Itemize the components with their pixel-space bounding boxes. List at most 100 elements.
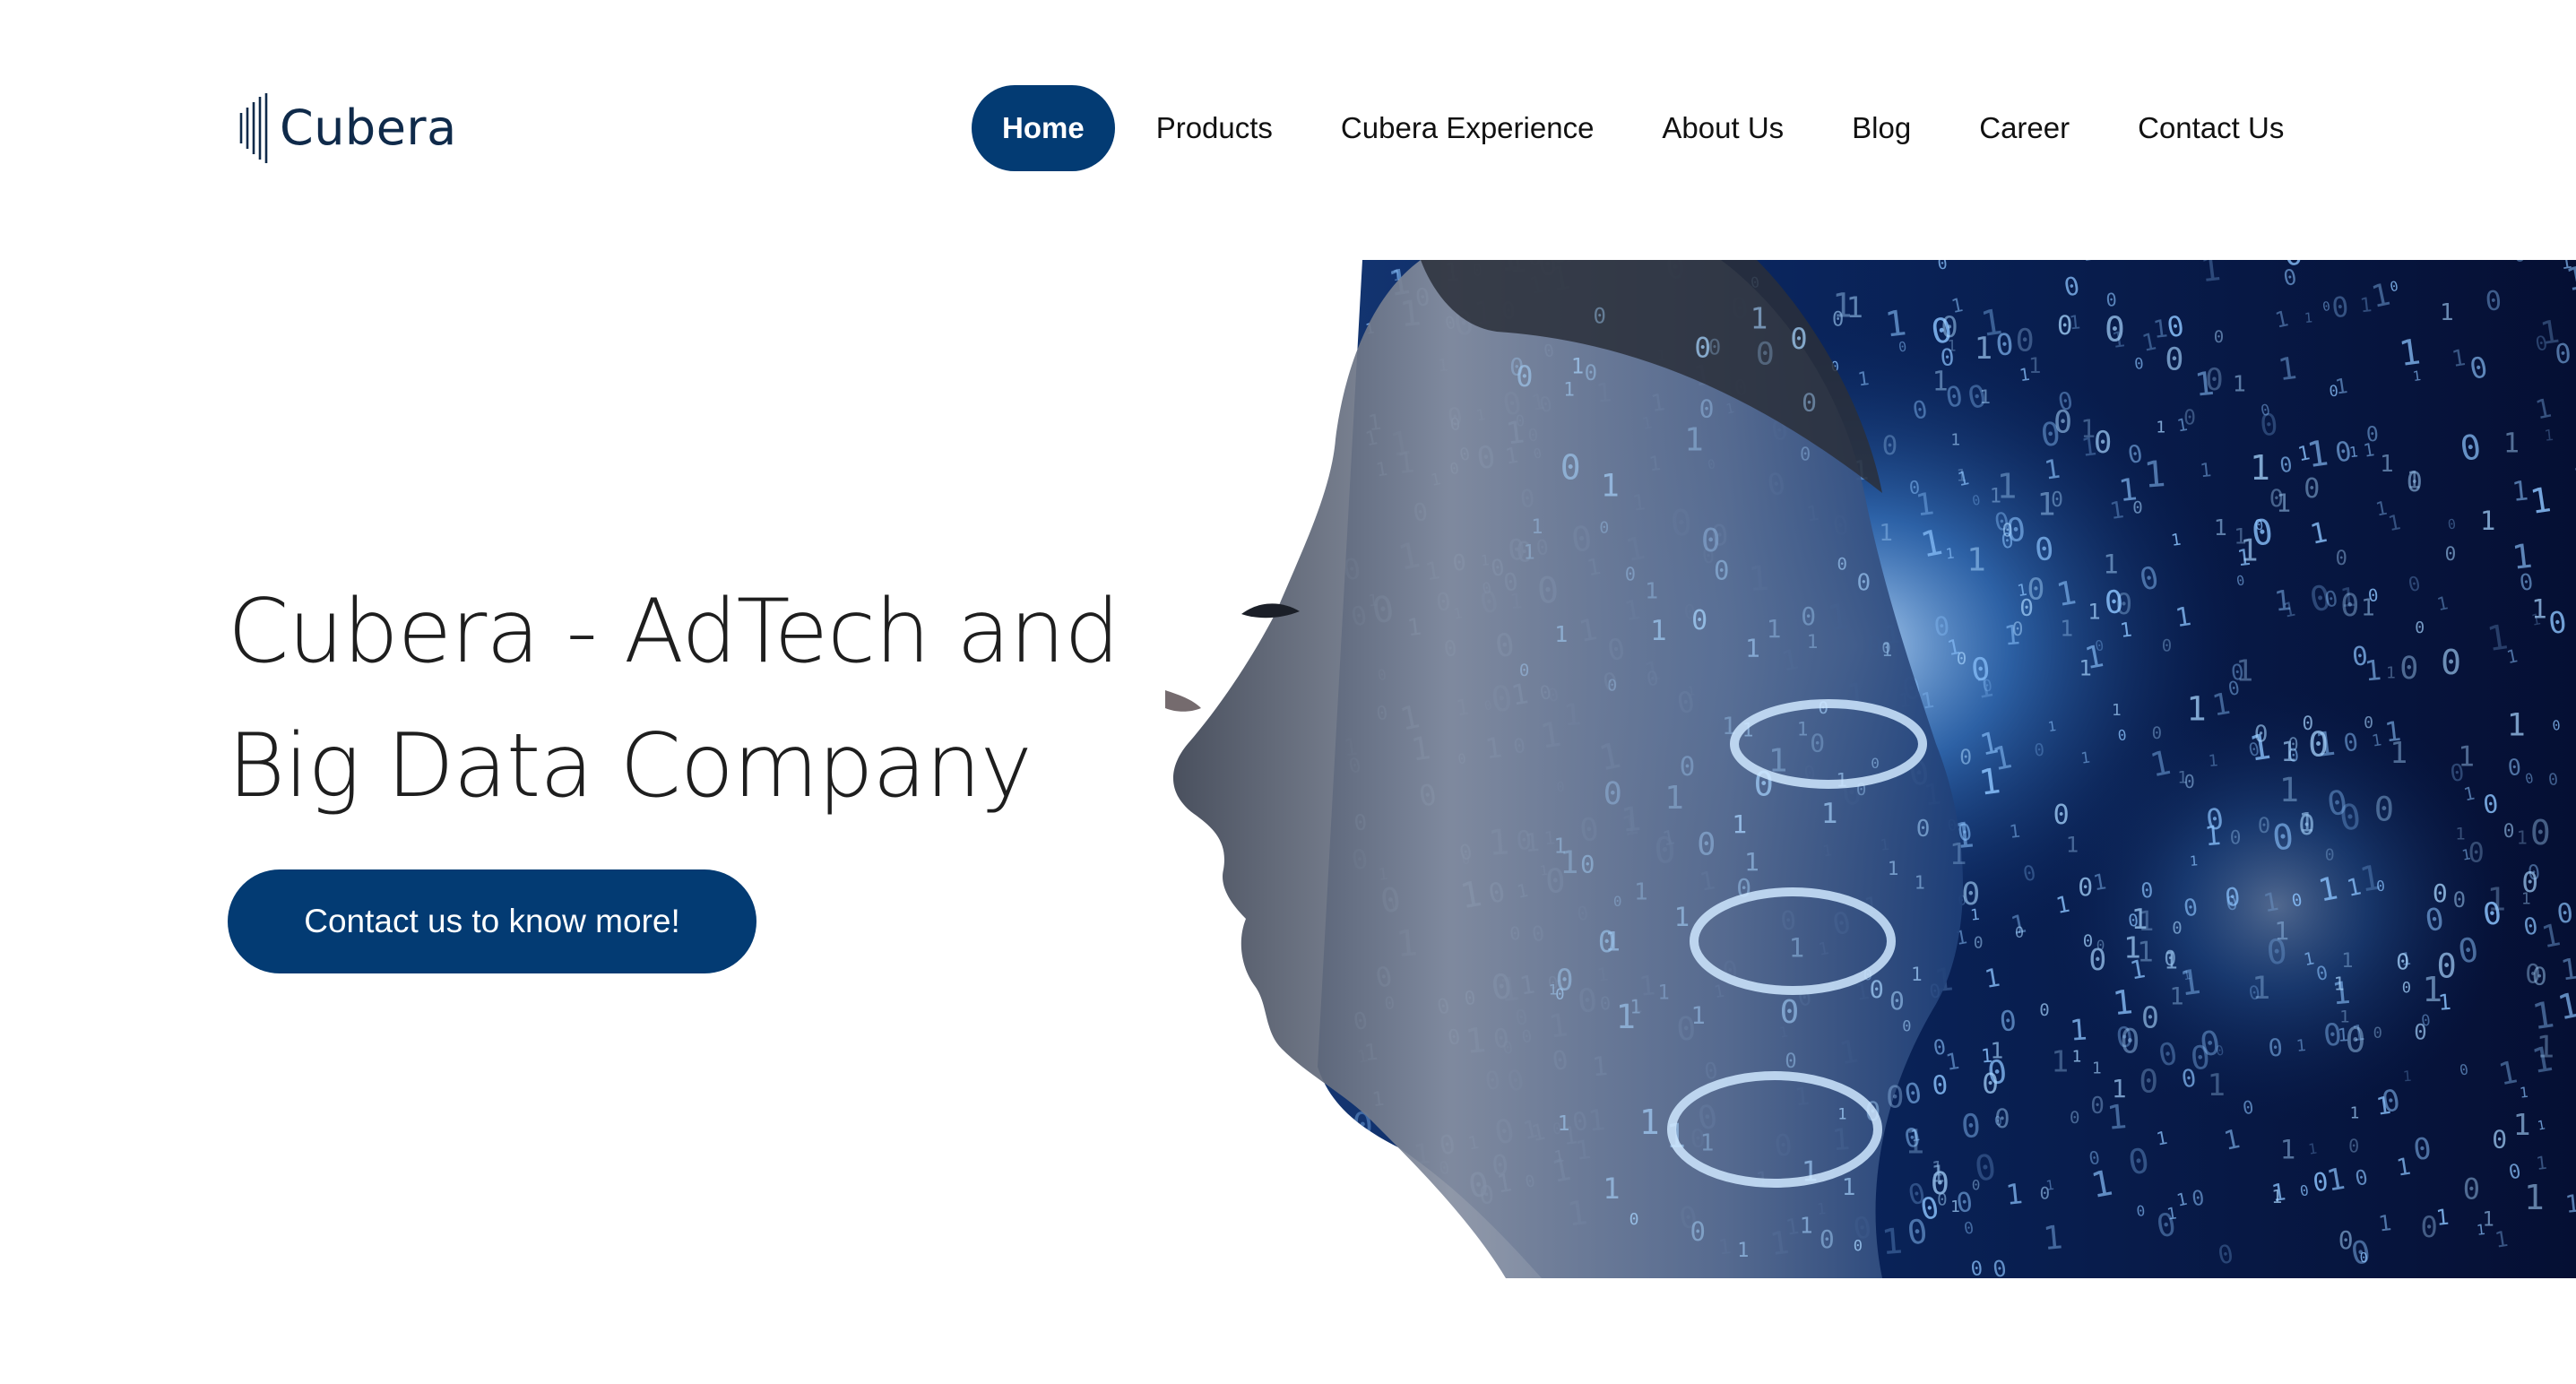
binary-digit-decoration: 1	[1563, 379, 1575, 401]
binary-digit-decoration: 1	[2177, 767, 2187, 787]
binary-digit-decoration: 0	[2053, 800, 2070, 831]
binary-digit-decoration: 0	[2002, 520, 2013, 541]
binary-digit-decoration: 1	[2390, 735, 2407, 770]
binary-digit-decoration: 1	[1879, 520, 1893, 547]
binary-digit-decoration: 1	[2334, 973, 2345, 994]
binary-digit-decoration: 1	[2080, 413, 2096, 443]
binary-digit-decoration: 1	[2072, 1047, 2082, 1066]
binary-digit-decoration: 1	[1888, 858, 1899, 879]
binary-digit-decoration: 0	[1785, 1051, 1796, 1073]
binary-digit-decoration: 0	[1902, 1018, 1911, 1036]
binary-digit-decoration: 1	[2138, 906, 2154, 938]
binary-digit-decoration: 1	[2361, 595, 2375, 622]
binary-digit-decoration: 0	[2120, 1023, 2139, 1061]
nav-career[interactable]: Career	[1945, 85, 2104, 171]
binary-digit-decoration: 0	[2105, 289, 2118, 311]
nav-cubera-experience[interactable]: Cubera Experience	[1307, 85, 1629, 171]
binary-digit-decoration: 0	[2172, 919, 2182, 939]
binary-digit-decoration: 0	[2484, 285, 2503, 318]
binary-digit-decoration: 1	[1664, 780, 1684, 817]
binary-digit-decoration: 1	[2233, 370, 2246, 396]
binary-digit-decoration: 0	[2482, 789, 2500, 820]
binary-digit-decoration: 1	[1558, 1112, 1570, 1136]
brand-logo[interactable]: Cubera	[238, 90, 457, 165]
binary-digit-decoration: 0	[1560, 447, 1581, 487]
binary-digit-decoration: 1	[1700, 1129, 1715, 1156]
binary-digit-decoration: 0	[2468, 837, 2485, 869]
binary-digit-decoration: 1	[2235, 653, 2253, 688]
binary-digit-decoration: 0	[2270, 817, 2295, 859]
binary-digit-decoration: 0	[2351, 640, 2370, 672]
binary-digit-decoration: 1	[1554, 835, 1567, 859]
binary-digit-decoration: 0	[1931, 1166, 1949, 1202]
binary-digit-decoration: 1	[2280, 1134, 2295, 1164]
binary-digit-decoration: 0	[1701, 523, 1721, 559]
binary-digit-decoration: 0	[2346, 1021, 2366, 1060]
nav-products[interactable]: Products	[1122, 85, 1307, 171]
contact-cta-button[interactable]: Contact us to know more!	[228, 869, 756, 973]
binary-digit-decoration: 1	[2156, 418, 2165, 437]
binary-digit-decoration: 1	[2519, 1084, 2529, 1102]
binary-digit-decoration: 1	[2537, 1029, 2554, 1065]
binary-digit-decoration: 0	[1790, 322, 1807, 356]
nav-contact-us[interactable]: Contact Us	[2104, 85, 2318, 171]
binary-digit-decoration: 0	[2115, 587, 2132, 621]
binary-digit-decoration: 0	[1931, 1069, 1949, 1101]
binary-digit-decoration: 0	[2136, 1202, 2146, 1220]
binary-digit-decoration: 1	[2295, 1036, 2307, 1056]
binary-digit-decoration: 0	[1800, 443, 1811, 464]
binary-digit-decoration: 0	[1714, 556, 1729, 586]
binary-digit-decoration: 0	[2374, 791, 2394, 829]
binary-digit-decoration: 0	[1871, 755, 1880, 772]
binary-digit-decoration: 0	[2034, 740, 2045, 761]
binary-digit-decoration: 0	[2414, 1020, 2426, 1045]
binary-digit-decoration: 1	[1945, 545, 1956, 563]
binary-digit-decoration: 1	[2559, 260, 2573, 273]
binary-digit-decoration: 0	[1509, 354, 1524, 382]
binary-digit-decoration: 0	[2325, 846, 2335, 865]
binary-digit-decoration: 0	[2303, 713, 2314, 734]
binary-digit-decoration: 0	[2152, 723, 2162, 743]
binary-digit-decoration: 1	[2359, 294, 2373, 317]
binary-digit-decoration: 0	[2552, 717, 2561, 734]
binary-digit-decoration: 1	[1967, 542, 1986, 579]
nav-about-us[interactable]: About Us	[1628, 85, 1818, 171]
binary-digit-decoration: 0	[1882, 430, 1897, 461]
binary-digit-decoration: 1	[1750, 301, 1768, 336]
binary-digit-decoration: 1	[1832, 286, 1852, 324]
binary-digit-decoration: 0	[2040, 1184, 2050, 1204]
binary-digit-decoration: 1	[1601, 469, 1620, 505]
binary-digit-decoration: 1	[1821, 798, 1838, 830]
nav-home[interactable]: Home	[972, 85, 1115, 171]
binary-digit-decoration: 0	[2016, 323, 2035, 359]
binary-digit-decoration: 1	[2189, 852, 2198, 869]
binary-digit-decoration: 0	[1854, 1238, 1863, 1256]
binary-digit-decoration: 0	[2445, 543, 2457, 565]
binary-digit-decoration: 0	[2183, 406, 2196, 429]
binary-digit-decoration: 0	[1699, 394, 1715, 424]
binary-digit-decoration: 1	[2142, 454, 2167, 497]
binary-digit-decoration: 0	[1585, 360, 1597, 385]
binary-digit-decoration: 0	[2507, 754, 2523, 781]
binary-digit-decoration: 1	[2511, 475, 2530, 508]
binary-digit-decoration: 1	[1744, 847, 1759, 877]
binary-digit-decoration: 0	[1680, 751, 1695, 782]
binary-digit-decoration: 0	[2057, 310, 2072, 341]
binary-digit-decoration: 1	[2380, 451, 2394, 478]
binary-digit-decoration: 1	[1807, 631, 1819, 653]
hero-title: Cubera - AdTech and Big Data Company	[228, 565, 1124, 834]
binary-digit-decoration: 1	[2511, 537, 2535, 577]
binary-digit-decoration: 0	[2453, 887, 2466, 913]
binary-digit-decoration: 0	[2338, 1225, 2354, 1255]
binary-digit-decoration: 1	[2240, 533, 2258, 569]
binary-digit-decoration: 1	[1549, 981, 1558, 998]
binary-digit-decoration: 0	[1802, 387, 1817, 417]
binary-digit-decoration: 1	[1975, 331, 1993, 367]
binary-digit-decoration: 0	[2402, 980, 2411, 998]
nav-blog[interactable]: Blog	[1818, 85, 1945, 171]
binary-digit-decoration: 1	[2279, 771, 2299, 809]
binary-digit-decoration: 0	[2441, 643, 2461, 682]
binary-digit-decoration: 1	[2111, 982, 2135, 1023]
binary-digit-decoration: 0	[2015, 924, 2024, 942]
binary-digit-decoration: 1	[1674, 902, 1690, 932]
